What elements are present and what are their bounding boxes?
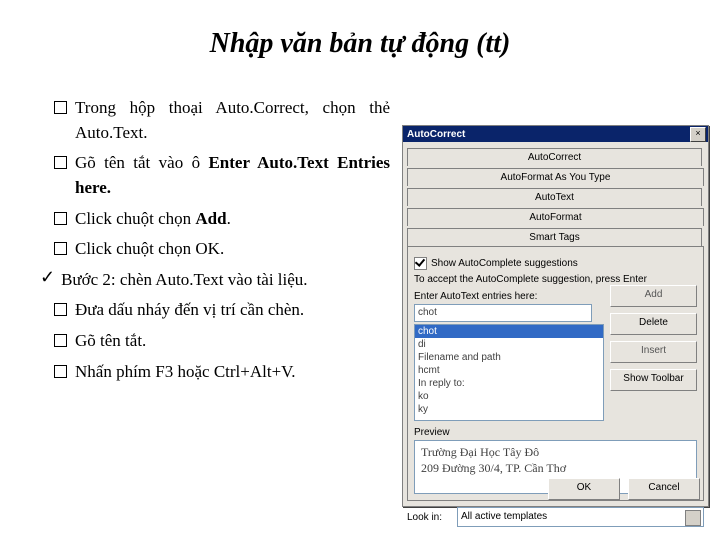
- square-bullet-icon: [54, 156, 67, 169]
- lookin-value: All active templates: [461, 511, 547, 522]
- chevron-down-icon: [691, 515, 697, 519]
- insert-button[interactable]: Insert: [610, 341, 697, 363]
- tab-autocorrect[interactable]: AutoCorrect: [407, 148, 702, 166]
- step-text: Click chuột chọn OK.: [75, 237, 390, 262]
- square-bullet-icon: [54, 303, 67, 316]
- list-item[interactable]: Filename and path: [415, 351, 603, 364]
- show-autocomplete-label: Show AutoComplete suggestions: [431, 258, 697, 269]
- list-item[interactable]: di: [415, 338, 603, 351]
- square-bullet-icon: [54, 242, 67, 255]
- enter-entries-label: Enter AutoText entries here:: [414, 291, 604, 302]
- autotext-list[interactable]: chot di Filename and path hcmt In reply …: [414, 324, 604, 421]
- show-autocomplete-checkbox[interactable]: [414, 257, 427, 270]
- list-item[interactable]: chot: [415, 325, 603, 338]
- square-bullet-icon: [54, 101, 67, 114]
- tab-autoformat[interactable]: AutoFormat: [407, 208, 704, 226]
- close-icon[interactable]: ×: [690, 127, 706, 142]
- list-item[interactable]: ko: [415, 390, 603, 403]
- tab-strip: AutoCorrect AutoFormat As You Type AutoT…: [407, 146, 704, 246]
- square-bullet-icon: [54, 212, 67, 225]
- tab-autotext[interactable]: AutoText: [407, 188, 702, 206]
- accept-hint: To accept the AutoComplete suggestion, p…: [414, 274, 697, 285]
- step-text: Trong hộp thoại Auto.Correct, chọn thẻ A…: [75, 96, 390, 145]
- dialog-title: AutoCorrect: [407, 129, 690, 140]
- delete-button[interactable]: Delete: [610, 313, 697, 335]
- add-button[interactable]: Add: [610, 285, 697, 307]
- preview-line: 209 Đường 30/4, TP. Cần Thơ: [421, 461, 690, 477]
- dialog-titlebar[interactable]: AutoCorrect ×: [403, 126, 708, 142]
- step-text: Gõ tên tắt.: [75, 329, 390, 354]
- lookin-label: Look in:: [407, 512, 457, 523]
- instruction-list: Trong hộp thoại Auto.Correct, chọn thẻ A…: [40, 90, 390, 390]
- step-text: Đưa dấu nháy đến vị trí cần chèn.: [75, 298, 390, 323]
- autotext-panel: Show AutoComplete suggestions To accept …: [407, 246, 704, 501]
- list-item[interactable]: In reply to:: [415, 377, 603, 390]
- lookin-select[interactable]: All active templates: [457, 507, 704, 527]
- square-bullet-icon: [54, 365, 67, 378]
- page-title: Nhập văn bản tự động (tt): [0, 28, 720, 60]
- square-bullet-icon: [54, 334, 67, 347]
- tab-smart-tags[interactable]: Smart Tags: [407, 228, 702, 246]
- autotext-entry-input[interactable]: chot: [414, 304, 592, 322]
- step2-heading: Bước 2: chèn Auto.Text vào tài liệu.: [61, 268, 390, 293]
- show-toolbar-button[interactable]: Show Toolbar: [610, 369, 697, 391]
- autocorrect-dialog: AutoCorrect × AutoCorrect AutoFormat As …: [402, 125, 709, 507]
- step-text: Nhấn phím F3 hoặc Ctrl+Alt+V.: [75, 360, 390, 385]
- preview-line: Trường Đại Học Tây Đô: [421, 445, 690, 461]
- step-text: Click chuột chọn Add.: [75, 207, 390, 232]
- step-text: Gõ tên tắt vào ô Enter Auto.Text Entries…: [75, 151, 390, 200]
- list-item[interactable]: ky: [415, 403, 603, 416]
- ok-button[interactable]: OK: [548, 478, 620, 500]
- check-icon: ✓: [40, 268, 55, 286]
- list-item[interactable]: hcmt: [415, 364, 603, 377]
- tab-autoformat-type[interactable]: AutoFormat As You Type: [407, 168, 704, 186]
- cancel-button[interactable]: Cancel: [628, 478, 700, 500]
- preview-label: Preview: [414, 427, 697, 438]
